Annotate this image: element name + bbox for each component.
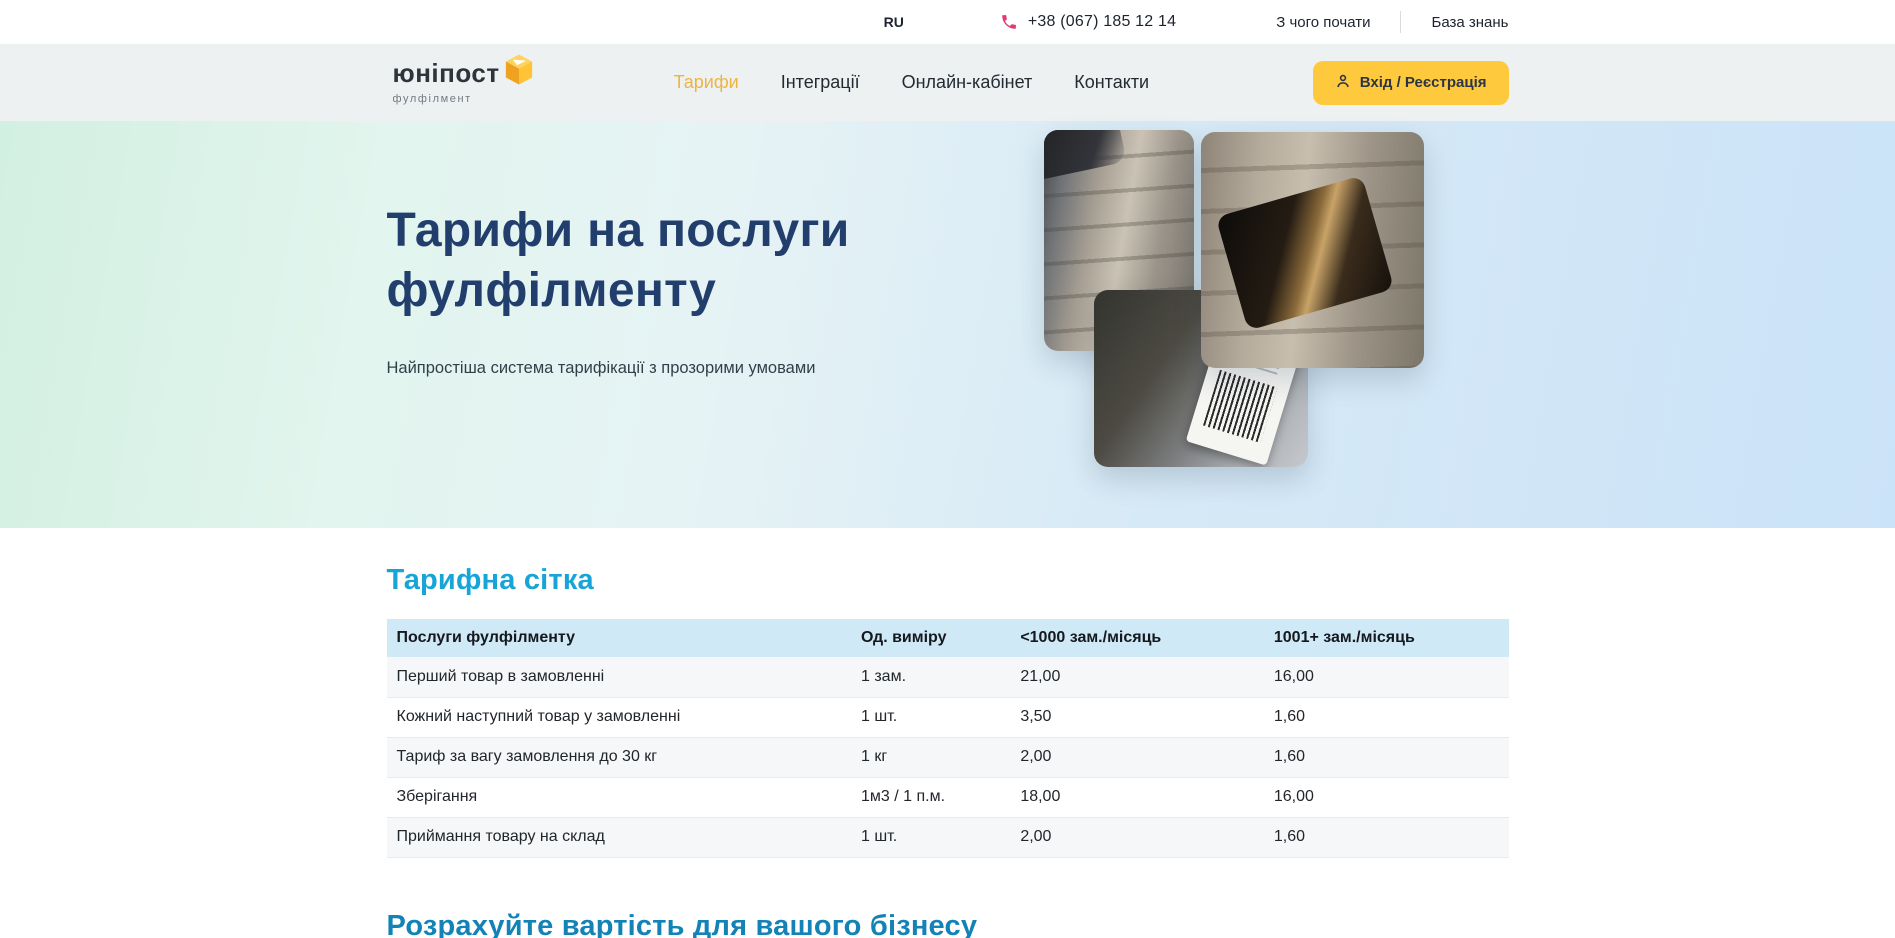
table-row: Кожний наступний товар у замовленні 1 шт…: [387, 697, 1509, 737]
parcel-cube-icon: [504, 53, 534, 91]
cell-price-low: 18,00: [1010, 777, 1264, 817]
cell-price-high: 16,00: [1264, 657, 1509, 697]
language-switcher[interactable]: RU: [884, 14, 904, 30]
logo-wordmark: юніпост: [393, 60, 500, 86]
cell-service: Кожний наступний товар у замовленні: [387, 697, 852, 737]
cell-price-low: 2,00: [1010, 817, 1264, 857]
phone-number[interactable]: +38 (067) 185 12 14: [1028, 13, 1176, 31]
nav-item-tariffs[interactable]: Тарифи: [674, 72, 739, 93]
phone-icon: [1000, 13, 1018, 31]
site-header: юніпост фулфілмент Тарифи Інтеграції Онл…: [0, 44, 1895, 121]
table-row: Перший товар в замовленні 1 зам. 21,00 1…: [387, 657, 1509, 697]
photo-detail-arm: [1044, 130, 1127, 181]
logo[interactable]: юніпост фулфілмент: [393, 60, 534, 105]
cell-price-low: 21,00: [1010, 657, 1264, 697]
cell-service: Приймання товару на склад: [387, 817, 852, 857]
column-header-over-1001: 1001+ зам./місяць: [1264, 619, 1509, 657]
logo-subtitle: фулфілмент: [393, 93, 534, 105]
package-handling-photo: [1201, 132, 1424, 368]
column-header-under-1000: <1000 зам./місяць: [1010, 619, 1264, 657]
main-nav: Тарифи Інтеграції Онлайн-кабінет Контакт…: [674, 72, 1150, 93]
nav-item-online-cabinet[interactable]: Онлайн-кабінет: [902, 72, 1033, 93]
topbar-link-knowledge-base[interactable]: База знань: [1431, 14, 1508, 31]
pricing-section-title: Тарифна сітка: [387, 528, 1509, 597]
cell-price-high: 1,60: [1264, 737, 1509, 777]
column-header-unit: Од. виміру: [851, 619, 1010, 657]
table-row: Тариф за вагу замовлення до 30 кг 1 кг 2…: [387, 737, 1509, 777]
nav-item-integrations[interactable]: Інтеграції: [781, 72, 860, 93]
topbar-divider: [1400, 11, 1401, 33]
topbar-link-start[interactable]: З чого почати: [1276, 14, 1370, 31]
calculator-section-title: Розрахуйте вартість для вашого бізнесу: [387, 910, 1509, 938]
table-row: Зберігання 1м3 / 1 п.м. 18,00 16,00: [387, 777, 1509, 817]
cell-price-high: 1,60: [1264, 697, 1509, 737]
table-header-row: Послуги фулфілменту Од. виміру <1000 зам…: [387, 619, 1509, 657]
hero-section: Тарифи на послуги фулфілменту Найпростіш…: [0, 121, 1895, 528]
cell-price-high: 1,60: [1264, 817, 1509, 857]
cell-unit: 1м3 / 1 п.м.: [851, 777, 1010, 817]
cell-price-low: 3,50: [1010, 697, 1264, 737]
page-subtitle: Найпростіша система тарифікації з прозор…: [387, 359, 907, 378]
cell-unit: 1 шт.: [851, 817, 1010, 857]
login-register-label: Вхід / Реєстрація: [1360, 74, 1487, 91]
cell-unit: 1 зам.: [851, 657, 1010, 697]
login-register-button[interactable]: Вхід / Реєстрація: [1313, 61, 1509, 105]
page-title: Тарифи на послуги фулфілменту: [387, 201, 907, 321]
cell-price-low: 2,00: [1010, 737, 1264, 777]
cell-service: Перший товар в замовленні: [387, 657, 852, 697]
topbar: RU +38 (067) 185 12 14 З чого почати Баз…: [0, 0, 1895, 44]
column-header-service: Послуги фулфілменту: [387, 619, 852, 657]
table-row: Приймання товару на склад 1 шт. 2,00 1,6…: [387, 817, 1509, 857]
nav-item-contacts[interactable]: Контакти: [1074, 72, 1149, 93]
main-content: Тарифна сітка Послуги фулфілменту Од. ви…: [0, 528, 1895, 938]
pricing-table: Послуги фулфілменту Од. виміру <1000 зам…: [387, 619, 1509, 858]
cell-service: Зберігання: [387, 777, 852, 817]
phone-link[interactable]: +38 (067) 185 12 14: [1000, 13, 1176, 31]
cell-service: Тариф за вагу замовлення до 30 кг: [387, 737, 852, 777]
user-icon: [1335, 73, 1351, 93]
cell-unit: 1 шт.: [851, 697, 1010, 737]
photo-detail-black-package: [1215, 175, 1394, 330]
cell-price-high: 16,00: [1264, 777, 1509, 817]
cell-unit: 1 кг: [851, 737, 1010, 777]
